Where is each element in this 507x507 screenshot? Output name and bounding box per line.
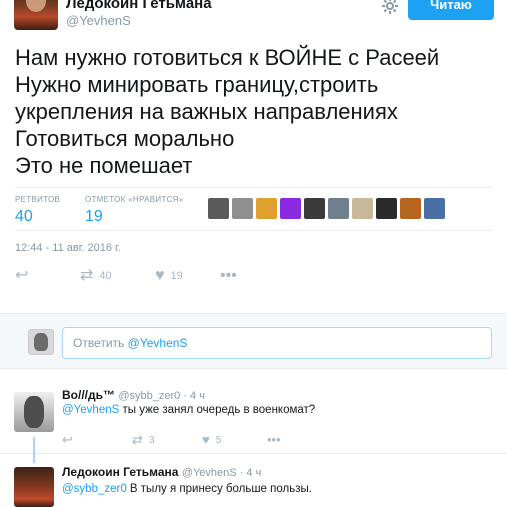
liker-avatar[interactable] — [256, 198, 277, 219]
heart-icon: ♥ — [202, 432, 210, 447]
reply-text: @sybb_zer0 В тылу я принесу больше польз… — [62, 483, 312, 495]
more-button[interactable]: ••• — [267, 432, 281, 448]
likes-stat[interactable]: ОТМЕТОК «НРАВИТСЯ» 19 — [85, 195, 183, 226]
reply-tweet[interactable]: Ледокоин Гетьмана @YevhenS · 4 ч @sybb_z… — [0, 461, 507, 507]
reply-author-avatar[interactable] — [14, 392, 54, 432]
liker-avatar[interactable] — [400, 198, 421, 219]
retweets-stat[interactable]: РЕТВИТОВ 40 — [15, 195, 60, 226]
retweet-action-count: 3 — [148, 434, 155, 446]
retweet-button[interactable]: ⇄ 3 — [132, 432, 154, 448]
reply-input-prefix: Ответить — [73, 336, 125, 350]
reply-author-name: Ледокоин Гетьмана — [62, 465, 179, 479]
tweet-text-line: Это не помешает — [15, 153, 193, 178]
tweet-text-line: Нам нужно готовиться к ВОЙНЕ с Расеей — [15, 45, 440, 70]
more-icon: ••• — [220, 267, 237, 284]
retweet-icon: ⇄ — [132, 432, 143, 447]
reply-author-name: Во///дь™ — [62, 388, 115, 402]
like-action-count: 19 — [170, 270, 183, 282]
reply-mention[interactable]: @YevhenS — [62, 404, 119, 416]
follow-button[interactable]: Читаю — [408, 0, 494, 20]
retweet-action-count: 40 — [99, 270, 112, 282]
tweet-permalink: Ледокоин Гетьмана @YevhenS Читаю Нам нуж… — [0, 0, 507, 507]
reply-icon: ↩ — [62, 432, 73, 447]
liker-avatar[interactable] — [232, 198, 253, 219]
divider — [15, 187, 492, 188]
like-button[interactable]: ♥ 5 — [202, 432, 221, 448]
more-icon: ••• — [267, 432, 281, 447]
liker-avatar[interactable] — [208, 198, 229, 219]
reply-author-meta: @YevhenS · 4 ч — [181, 467, 262, 479]
liker-avatar[interactable] — [376, 198, 397, 219]
thread-connector — [33, 437, 35, 463]
reply-text: @YevhenS ты уже занял очередь в военкома… — [62, 404, 315, 416]
gear-icon-glyph — [382, 0, 398, 14]
like-button[interactable]: ♥ 19 — [155, 268, 183, 284]
author-handle[interactable]: @YevhenS — [66, 13, 131, 28]
reply-tweet[interactable]: Во///дь™ @sybb_zer0 · 4 ч @YevhenS ты уж… — [0, 384, 507, 454]
reply-author[interactable]: Во///дь™ @sybb_zer0 · 4 ч — [62, 388, 205, 402]
retweet-icon: ⇄ — [80, 267, 94, 284]
tweet-text: Нам нужно готовиться к ВОЙНЕ с Расеей Ну… — [15, 44, 495, 179]
tweet-text-line: Нужно минировать границу,строить — [15, 72, 379, 97]
like-action-count: 5 — [215, 434, 222, 446]
retweets-count: 40 — [15, 208, 33, 225]
reply-input-mention: @YevhenS — [127, 336, 188, 350]
liker-avatar[interactable] — [280, 198, 301, 219]
tweet-header: Ледокоин Гетьмана @YevhenS Читаю — [0, 0, 507, 34]
gear-icon[interactable] — [382, 0, 398, 14]
divider — [15, 230, 492, 231]
author-avatar[interactable] — [14, 0, 58, 30]
reply-icon: ↩ — [15, 267, 29, 284]
reply-composer: Ответить @YevhenS — [0, 313, 507, 369]
liker-avatar[interactable] — [352, 198, 373, 219]
liker-avatar[interactable] — [328, 198, 349, 219]
reply-author[interactable]: Ледокоин Гетьмана @YevhenS · 4 ч — [62, 465, 261, 479]
reply-input[interactable]: Ответить @YevhenS — [62, 327, 492, 359]
likes-count: 19 — [85, 208, 103, 225]
reply-body: В тылу я принесу больше пользы. — [126, 483, 312, 495]
likes-label: ОТМЕТОК «НРАВИТСЯ» — [85, 195, 184, 204]
tweet-timestamp[interactable]: 12:44 - 11 авг. 2016 г. — [15, 242, 121, 254]
tweet-text-line: Готовиться морально — [15, 126, 235, 151]
liker-avatar[interactable] — [424, 198, 445, 219]
retweets-label: РЕТВИТОВ — [15, 195, 61, 204]
reply-mention[interactable]: @sybb_zer0 — [62, 483, 127, 495]
reply-author-meta: @sybb_zer0 · 4 ч — [118, 390, 205, 402]
heart-icon: ♥ — [155, 267, 165, 284]
more-button[interactable]: ••• — [220, 268, 237, 284]
author-name[interactable]: Ледокоин Гетьмана — [66, 0, 212, 12]
viewer-avatar — [28, 329, 54, 355]
reply-body: ты уже занял очередь в военкомат? — [119, 404, 316, 416]
retweet-button[interactable]: ⇄ 40 — [80, 268, 112, 284]
tweet-text-line: укрепления на важных направлениях — [15, 99, 398, 124]
likers-avatar-row — [208, 198, 445, 219]
reply-button[interactable]: ↩ — [62, 432, 73, 448]
liker-avatar[interactable] — [304, 198, 325, 219]
reply-button[interactable]: ↩ — [15, 268, 28, 284]
reply-author-avatar[interactable] — [14, 467, 54, 507]
